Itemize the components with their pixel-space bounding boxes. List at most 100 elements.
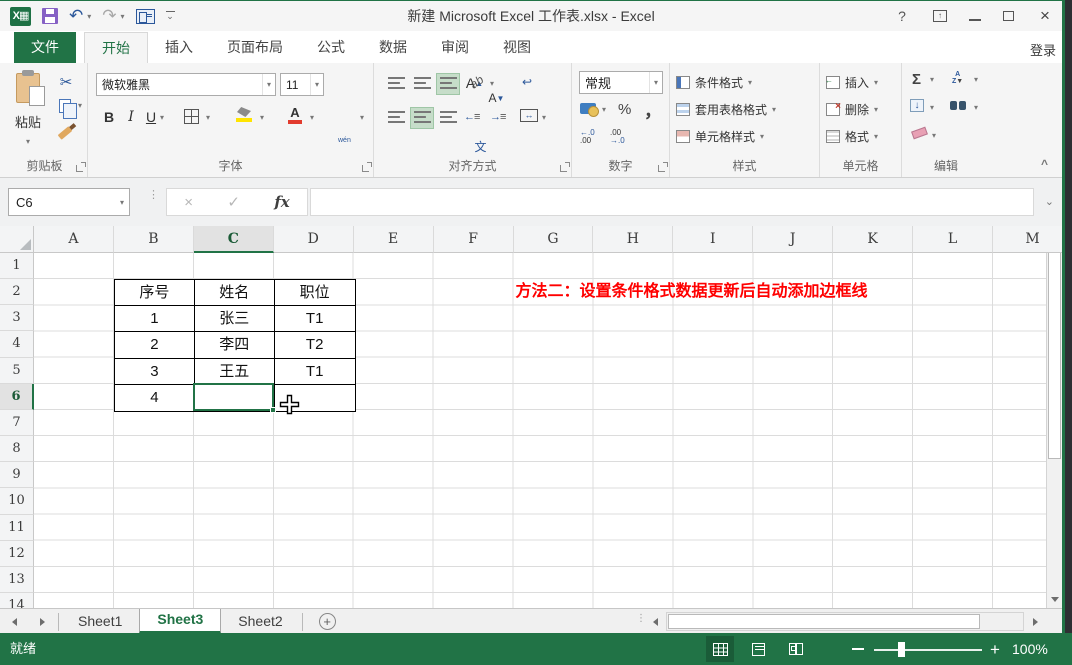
tab-review[interactable]: 审阅 [424, 32, 486, 63]
horizontal-scrollbar[interactable] [666, 612, 1024, 631]
scroll-right-icon[interactable] [1027, 612, 1044, 631]
italic-button[interactable]: I [122, 109, 140, 125]
table-cell[interactable]: 4 [115, 384, 195, 411]
table-cell[interactable]: 职位 [274, 280, 355, 307]
phonetic-dropdown-icon[interactable]: ▾ [360, 113, 364, 122]
ribbon-display-options-icon[interactable]: ↑ [933, 10, 947, 22]
table-cell[interactable]: 姓名 [194, 280, 275, 307]
tab-data[interactable]: 数据 [362, 32, 424, 63]
column-header-B[interactable]: B [113, 226, 194, 253]
increase-decimal-button[interactable]: ←.0.00 [580, 129, 595, 145]
borders-dropdown-icon[interactable]: ▾ [206, 113, 210, 122]
minimize-button[interactable] [969, 19, 981, 21]
column-header-G[interactable]: G [513, 226, 594, 253]
tab-view[interactable]: 视图 [486, 32, 548, 63]
decrease-indent-button[interactable]: ← ≡ [464, 111, 480, 123]
underline-dropdown-icon[interactable]: ▾ [160, 113, 164, 122]
sheet-tab-sheet1[interactable]: Sheet1 [61, 609, 139, 634]
column-header-M[interactable]: M [993, 226, 1062, 253]
row-header-7[interactable]: 7 [0, 409, 34, 437]
font-color-button[interactable]: A [288, 106, 302, 124]
page-layout-view-button[interactable] [744, 636, 772, 662]
decrease-decimal-button[interactable]: .00 →.0 [610, 129, 625, 145]
copy-button[interactable] [56, 97, 77, 119]
align-right-button[interactable] [436, 107, 460, 129]
format-cells-button[interactable]: 格式 ▾ [826, 125, 897, 147]
column-header-E[interactable]: E [353, 226, 434, 253]
cell-styles-button[interactable]: 单元格样式 ▾ [676, 125, 815, 147]
zoom-level[interactable]: 100% [1012, 633, 1048, 665]
paste-dropdown-icon[interactable]: ▾ [26, 137, 30, 146]
column-header-K[interactable]: K [833, 226, 914, 253]
merge-center-button[interactable]: ↔ [520, 109, 538, 122]
zoom-in-button[interactable]: + [990, 641, 1000, 658]
alignment-dialog-launcher-icon[interactable] [560, 165, 567, 172]
row-header-4[interactable]: 4 [0, 331, 34, 358]
underline-button[interactable]: U [142, 109, 160, 125]
scroll-left-icon[interactable] [647, 612, 664, 631]
column-header-A[interactable]: A [34, 226, 114, 253]
row-header-8[interactable]: 8 [0, 436, 34, 463]
row-header-2[interactable]: 2 [0, 279, 34, 306]
fill-color-button[interactable] [236, 107, 252, 122]
zoom-slider[interactable] [874, 649, 982, 651]
table-cell[interactable]: T2 [274, 332, 355, 359]
percent-style-button[interactable]: % [618, 101, 631, 118]
sign-in-link[interactable]: 登录 [1030, 40, 1056, 59]
maximize-button[interactable] [1003, 11, 1014, 21]
orientation-button[interactable]: ab [467, 72, 486, 91]
horizontal-scroll-thumb[interactable] [668, 614, 980, 629]
clear-dropdown-icon[interactable]: ▾ [932, 131, 936, 140]
row-header-13[interactable]: 13 [0, 566, 34, 593]
zoom-out-button[interactable] [852, 648, 864, 650]
row-header-9[interactable]: 9 [0, 462, 34, 489]
borders-button[interactable] [184, 109, 199, 124]
font-color-dropdown-icon[interactable]: ▾ [310, 113, 314, 122]
table-cell[interactable]: 李四 [194, 332, 275, 359]
close-button[interactable]: × [1036, 6, 1054, 26]
row-header-12[interactable]: 12 [0, 540, 34, 567]
tab-formulas[interactable]: 公式 [300, 32, 362, 63]
column-header-C[interactable]: C [193, 226, 274, 253]
prev-sheet-icon[interactable] [0, 617, 28, 626]
column-header-H[interactable]: H [593, 226, 674, 253]
font-dialog-launcher-icon[interactable] [362, 165, 369, 172]
number-dialog-launcher-icon[interactable] [658, 165, 665, 172]
merge-dropdown-icon[interactable]: ▾ [542, 113, 546, 122]
table-cell[interactable]: 序号 [114, 280, 195, 307]
tab-scrollbar-splitter[interactable]: ⋮ [636, 614, 646, 624]
fill-button[interactable]: ↓ [910, 99, 924, 112]
align-center-button[interactable] [410, 107, 434, 129]
paste-button[interactable]: 粘贴 ▾ [8, 70, 48, 155]
new-sheet-button[interactable]: + [318, 613, 336, 630]
find-select-button[interactable] [950, 101, 966, 110]
sheet-tab-sheet2[interactable]: Sheet2 [221, 609, 299, 634]
sort-filter-dropdown-icon[interactable]: ▾ [974, 75, 978, 84]
active-cell-C6[interactable] [192, 382, 276, 413]
top-align-button[interactable] [384, 73, 408, 95]
tab-file[interactable]: 文件 [14, 32, 76, 63]
name-box-dropdown-icon[interactable]: ▾ [115, 198, 129, 207]
autosum-dropdown-icon[interactable]: ▾ [930, 75, 934, 84]
formula-input[interactable] [310, 188, 1034, 216]
clear-button[interactable] [911, 126, 928, 140]
fill-dropdown-icon[interactable]: ▾ [930, 103, 934, 112]
column-header-F[interactable]: F [433, 226, 514, 253]
bottom-align-button[interactable] [436, 73, 460, 95]
font-size-combobox[interactable]: 11 ▾ [280, 73, 324, 96]
zoom-slider-handle[interactable] [898, 642, 905, 657]
clipboard-dialog-launcher-icon[interactable] [76, 165, 83, 172]
insert-cells-button[interactable]: 插入▾ [825, 71, 897, 93]
column-header-I[interactable]: I [673, 226, 754, 253]
column-header-L[interactable]: L [913, 226, 994, 253]
tab-insert[interactable]: 插入 [148, 32, 210, 63]
middle-align-button[interactable] [410, 73, 434, 95]
wrap-text-button[interactable]: ↩ [522, 75, 532, 89]
find-dropdown-icon[interactable]: ▾ [974, 103, 978, 112]
tab-page-layout[interactable]: 页面布局 [210, 32, 300, 63]
autosum-button[interactable]: Σ [912, 71, 921, 88]
vertical-scroll-thumb[interactable] [1048, 245, 1061, 459]
name-box[interactable]: C6 ▾ [8, 188, 130, 216]
row-header-11[interactable]: 11 [0, 514, 34, 541]
formula-bar-splitter[interactable]: ⋮ [148, 190, 159, 201]
